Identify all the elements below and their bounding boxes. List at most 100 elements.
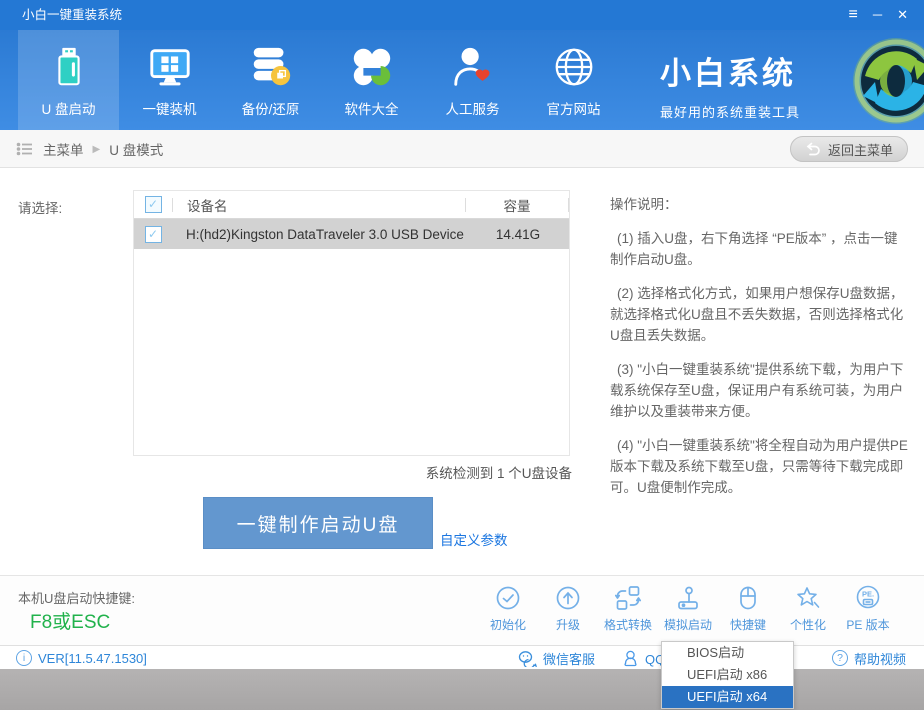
chevron-right-icon: ▶ [93,144,101,155]
tool-simulate-boot[interactable]: 模拟启动 [662,583,714,633]
globe-icon [550,43,598,91]
support-icon [449,43,497,91]
monitor-icon [146,43,194,91]
nav-label: 官方网站 [547,98,601,118]
column-header-capacity: 容量 [466,195,568,215]
instruction-step-4: (4) "小白一键重装系统"将全程自动为用户提供PE版本下载及系统下载至U盘，只… [610,435,908,498]
menu-item-uefi-x86[interactable]: UEFI启动 x86 [662,664,793,686]
breadcrumb-usb-mode: U 盘模式 [109,139,163,159]
nav-item-backup-restore[interactable]: 备份/还原 [220,30,321,130]
help-label: 帮助视频 [854,649,906,668]
device-table: ✓ 设备名 容量 ✓ H:(hd2)Kingston DataTraveler … [133,190,570,456]
back-arrow-icon [805,142,821,156]
brand: 小白系统 最好用的系统重装工具 [660,48,800,121]
title-bar: 小白一键重装系统 ≡ ─ ✕ [0,0,924,30]
pe-version-icon: PE. [854,583,882,613]
svg-text:PE.: PE. [862,590,874,599]
select-all-checkbox[interactable]: ✓ [145,196,162,213]
tool-label: 初始化 [490,616,526,633]
nav-label: U 盘启动 [42,98,96,118]
instructions-panel: 操作说明： (1) 插入U盘，右下角选择 “PE版本” ，点击一键制作启动U盘。… [610,194,908,511]
info-icon: i [16,650,32,666]
upgrade-icon [554,583,582,613]
minimize-icon[interactable]: ─ [873,0,882,30]
qq-icon [622,650,639,667]
breadcrumb: 主菜单 ▶ U 盘模式 [16,130,163,168]
version-info: i VER[11.5.47.1530] [16,646,147,670]
wechat-label: 微信客服 [543,649,595,668]
tool-personalize[interactable]: 个性化 [782,583,834,633]
mouse-icon [734,583,762,613]
device-table-empty-area [134,249,569,455]
main-content: 请选择: ✓ 设备名 容量 ✓ H:(hd2)Kingston DataTrav… [0,168,924,575]
device-capacity: 14.41G [467,227,569,242]
nav-label: 软件大全 [345,98,399,118]
wechat-icon [518,650,537,667]
back-button-label: 返回主菜单 [828,140,893,159]
version-text: VER[11.5.47.1530] [38,651,147,666]
hotkey-value: F8或ESC [30,607,110,634]
app-title: 小白一键重装系统 [22,0,122,30]
format-convert-icon [614,583,642,613]
make-boot-usb-button[interactable]: 一键制作启动U盘 [203,497,433,549]
instruction-step-2: (2) 选择格式化方式，如果用户想保存U盘数据，就选择格式化U盘且不丢失数据，否… [610,283,908,346]
question-icon: ? [832,650,848,666]
app-window: 小白一键重装系统 ≡ ─ ✕ U 盘启动 [0,0,924,669]
column-divider [568,198,569,212]
apps-icon [348,43,396,91]
menu-item-uefi-x64[interactable]: UEFI启动 x64 [662,686,793,708]
column-header-device: 设备名 [173,195,465,215]
simulate-boot-icon [674,583,702,613]
breadcrumb-bar: 主菜单 ▶ U 盘模式 返回主菜单 [0,130,924,168]
back-to-main-menu-button[interactable]: 返回主菜单 [790,136,908,162]
boot-mode-popup-menu: BIOS启动 UEFI启动 x86 UEFI启动 x64 [661,641,794,709]
device-name: H:(hd2)Kingston DataTraveler 3.0 USB Dev… [172,227,467,242]
nav-item-usb-boot[interactable]: U 盘启动 [18,30,119,130]
nav-label: 一键装机 [143,98,197,118]
tool-initialize[interactable]: 初始化 [482,583,534,633]
main-nav: U 盘启动 一键装机 [0,30,924,130]
tools-row: 初始化 升级 格式转换 [482,583,894,633]
brand-logo-icon [851,36,924,126]
nav-item-one-key-install[interactable]: 一键装机 [119,30,220,130]
usb-drive-icon [45,43,93,91]
close-icon[interactable]: ✕ [897,0,908,30]
row-checkbox[interactable]: ✓ [145,226,162,243]
tool-hotkeys[interactable]: 快捷键 [722,583,774,633]
help-video-link[interactable]: ? 帮助视频 [832,646,906,670]
tool-pe-version[interactable]: PE. PE 版本 [842,583,894,633]
nav-item-software[interactable]: 软件大全 [321,30,422,130]
tool-label: 快捷键 [730,616,766,633]
tool-label: 格式转换 [604,616,652,633]
nav-item-support[interactable]: 人工服务 [422,30,523,130]
tool-label: 个性化 [790,616,826,633]
tool-label: 模拟启动 [664,616,712,633]
select-label: 请选择: [18,197,62,217]
detect-status-text: 系统检测到 1 个U盘设备 [133,462,572,482]
window-controls: ≡ ─ ✕ [849,0,908,30]
tool-format-convert[interactable]: 格式转换 [602,583,654,633]
list-icon [16,140,34,158]
nav-items: U 盘启动 一键装机 [18,30,624,130]
table-row-usb-device[interactable]: ✓ H:(hd2)Kingston DataTraveler 3.0 USB D… [134,219,569,249]
bottom-panel: 本机U盘启动快捷键: F8或ESC 初始化 升级 [0,575,924,645]
instructions-title: 操作说明： [610,194,908,215]
breadcrumb-main-menu[interactable]: 主菜单 [43,139,84,159]
tool-upgrade[interactable]: 升级 [542,583,594,633]
check-circle-icon [494,583,522,613]
brand-subtitle: 最好用的系统重装工具 [660,102,800,121]
menu-item-bios-boot[interactable]: BIOS启动 [662,642,793,664]
brand-title: 小白系统 [660,48,800,93]
backup-restore-icon [247,43,295,91]
hotkey-label: 本机U盘启动快捷键: [18,588,135,607]
instruction-step-3: (3) "小白一键重装系统"提供系统下载，为用户下载系统保存至U盘，保证用户有系… [610,359,908,422]
nav-label: 人工服务 [446,98,500,118]
personalize-icon [794,583,822,613]
device-table-header: ✓ 设备名 容量 [134,191,569,219]
nav-item-website[interactable]: 官方网站 [523,30,624,130]
instruction-step-1: (1) 插入U盘，右下角选择 “PE版本” ，点击一键制作启动U盘。 [610,228,908,270]
nav-label: 备份/还原 [242,98,300,118]
menu-icon[interactable]: ≡ [849,0,858,30]
custom-params-link[interactable]: 自定义参数 [440,529,508,549]
wechat-support-link[interactable]: 微信客服 [518,646,595,670]
